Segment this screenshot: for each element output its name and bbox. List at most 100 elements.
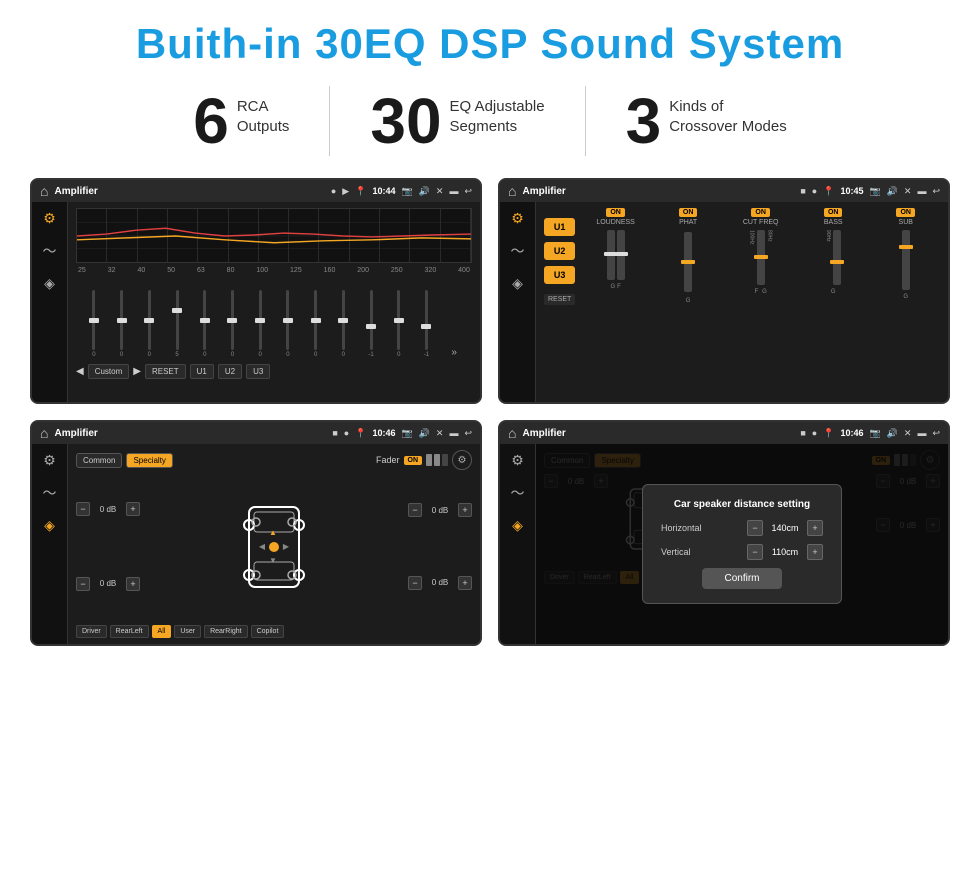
settings-icon-3[interactable]: ⚙ [452,450,472,470]
u3-btn[interactable]: U3 [544,266,575,284]
location-icon3: 📍 [355,428,366,439]
prev-icon[interactable]: ◀ [76,366,84,377]
back-icon1[interactable]: ↩ [464,186,472,197]
win-icon2: ▬ [917,186,926,196]
btn-user[interactable]: User [174,625,201,638]
bass-label: BASS [824,219,843,226]
tab-specialty-3[interactable]: Specialty [126,453,172,468]
preset-custom[interactable]: Custom [88,364,130,379]
db-minus-tr[interactable]: − [408,503,422,517]
home-icon-4[interactable]: ⌂ [508,425,516,441]
loudness-slider-r[interactable] [617,230,625,280]
db-plus-br[interactable]: + [458,576,472,590]
btn-all[interactable]: All [152,625,172,638]
cutfreq-on[interactable]: ON [751,208,770,217]
slider-value: -1 [424,352,429,358]
svg-text:▶: ▶ [283,542,290,551]
sidebar-speaker-icon-4[interactable]: ◈ [512,517,523,534]
reset-btn[interactable]: RESET [544,294,575,305]
amp2-main: U1 U2 U3 RESET ON LOUDNESS [536,202,948,402]
u1-btn[interactable]: U1 [544,218,575,236]
fader-on-3[interactable]: ON [404,456,423,465]
eq-slider-1[interactable]: 0 [80,290,108,358]
sidebar-speaker-icon[interactable]: ◈ [44,275,55,292]
btn-rearleft[interactable]: RearLeft [110,625,149,638]
db-minus-tl[interactable]: − [76,502,90,516]
back-icon2[interactable]: ↩ [932,186,940,197]
phat-on[interactable]: ON [679,208,698,217]
sub-slider-l[interactable] [902,230,910,290]
eq-slider-3[interactable]: 0 [135,290,163,358]
slider-thumb [421,324,431,329]
vertical-label: Vertical [661,547,691,557]
home-icon[interactable]: ⌂ [40,183,48,199]
btn-driver[interactable]: Driver [76,625,107,638]
eq-sliders: 0 0 0 5 [76,278,472,358]
dot-icon4: ■ [800,428,805,438]
amp3-main: Common Specialty Fader ON ⚙ [68,444,480,644]
eq-slider-8[interactable]: 0 [274,290,302,358]
next-icon[interactable]: ▶ [133,366,141,377]
sidebar-eq-icon-3[interactable]: ⚙ [43,452,56,469]
back-icon4[interactable]: ↩ [932,428,940,439]
back-icon3[interactable]: ↩ [464,428,472,439]
btn-rearright[interactable]: RearRight [204,625,248,638]
sidebar-wave-icon-4[interactable]: 〜 [511,483,525,503]
sub-on[interactable]: ON [896,208,915,217]
eq-slider-arrows[interactable]: » [440,347,468,358]
eq-nav-row: ◀ Custom ▶ RESET U1 U2 U3 [76,364,472,379]
eq-slider-11[interactable]: -1 [357,290,385,358]
slider-track [203,290,206,350]
sidebar-eq-icon[interactable]: ⚙ [43,210,56,227]
eq-slider-4[interactable]: 5 [163,290,191,358]
eq-label-250: 250 [391,267,403,274]
db-plus-tr[interactable]: + [458,503,472,517]
eq-slider-2[interactable]: 0 [108,290,136,358]
eq-slider-13[interactable]: -1 [413,290,441,358]
sidebar-wave-icon-3[interactable]: 〜 [43,483,57,503]
horizontal-minus[interactable]: − [747,520,763,536]
btn-copilot[interactable]: Copilot [251,625,285,638]
eq-slider-10[interactable]: 0 [329,290,357,358]
bass-slider[interactable] [833,230,841,285]
eq-slider-9[interactable]: 0 [302,290,330,358]
vertical-minus[interactable]: − [747,544,763,560]
db-plus-bl[interactable]: + [126,577,140,591]
loudness-on[interactable]: ON [606,208,625,217]
btn-u2[interactable]: U2 [218,364,242,379]
slider-value: 0 [231,352,234,358]
u2-btn[interactable]: U2 [544,242,575,260]
eq-slider-7[interactable]: 0 [246,290,274,358]
slider-thumb [338,318,348,323]
slider-value: 0 [259,352,262,358]
eq-slider-5[interactable]: 0 [191,290,219,358]
slider-value: -1 [368,352,373,358]
sidebar-eq-icon-2[interactable]: ⚙ [511,210,524,227]
eq-slider-12[interactable]: 0 [385,290,413,358]
eq-slider-6[interactable]: 0 [219,290,247,358]
camera-icon3: 📷 [401,428,412,439]
db-plus-tl[interactable]: + [126,502,140,516]
bass-on[interactable]: ON [824,208,843,217]
btn-u1[interactable]: U1 [190,364,214,379]
sidebar-wave-icon[interactable]: 〜 [43,241,57,261]
sidebar-speaker-icon-2[interactable]: ◈ [512,275,523,292]
db-minus-br[interactable]: − [408,576,422,590]
vertical-plus[interactable]: + [807,544,823,560]
btn-reset[interactable]: RESET [145,364,186,379]
svg-text:▼: ▼ [269,556,277,565]
sidebar-wave-icon-2[interactable]: 〜 [511,241,525,261]
confirm-button[interactable]: Confirm [702,568,782,589]
phat-slider[interactable] [684,232,692,292]
btn-u3[interactable]: U3 [246,364,270,379]
location-icon2: 📍 [823,186,834,197]
db-minus-bl[interactable]: − [76,577,90,591]
cutfreq-slider[interactable] [757,230,765,285]
home-icon-3[interactable]: ⌂ [40,425,48,441]
tab-common-3[interactable]: Common [76,453,122,468]
home-icon-2[interactable]: ⌂ [508,183,516,199]
sidebar-speaker-icon-3[interactable]: ◈ [44,517,55,534]
sidebar-eq-icon-4[interactable]: ⚙ [511,452,524,469]
horizontal-plus[interactable]: + [807,520,823,536]
db-control-tr: − 0 dB + [408,503,472,517]
